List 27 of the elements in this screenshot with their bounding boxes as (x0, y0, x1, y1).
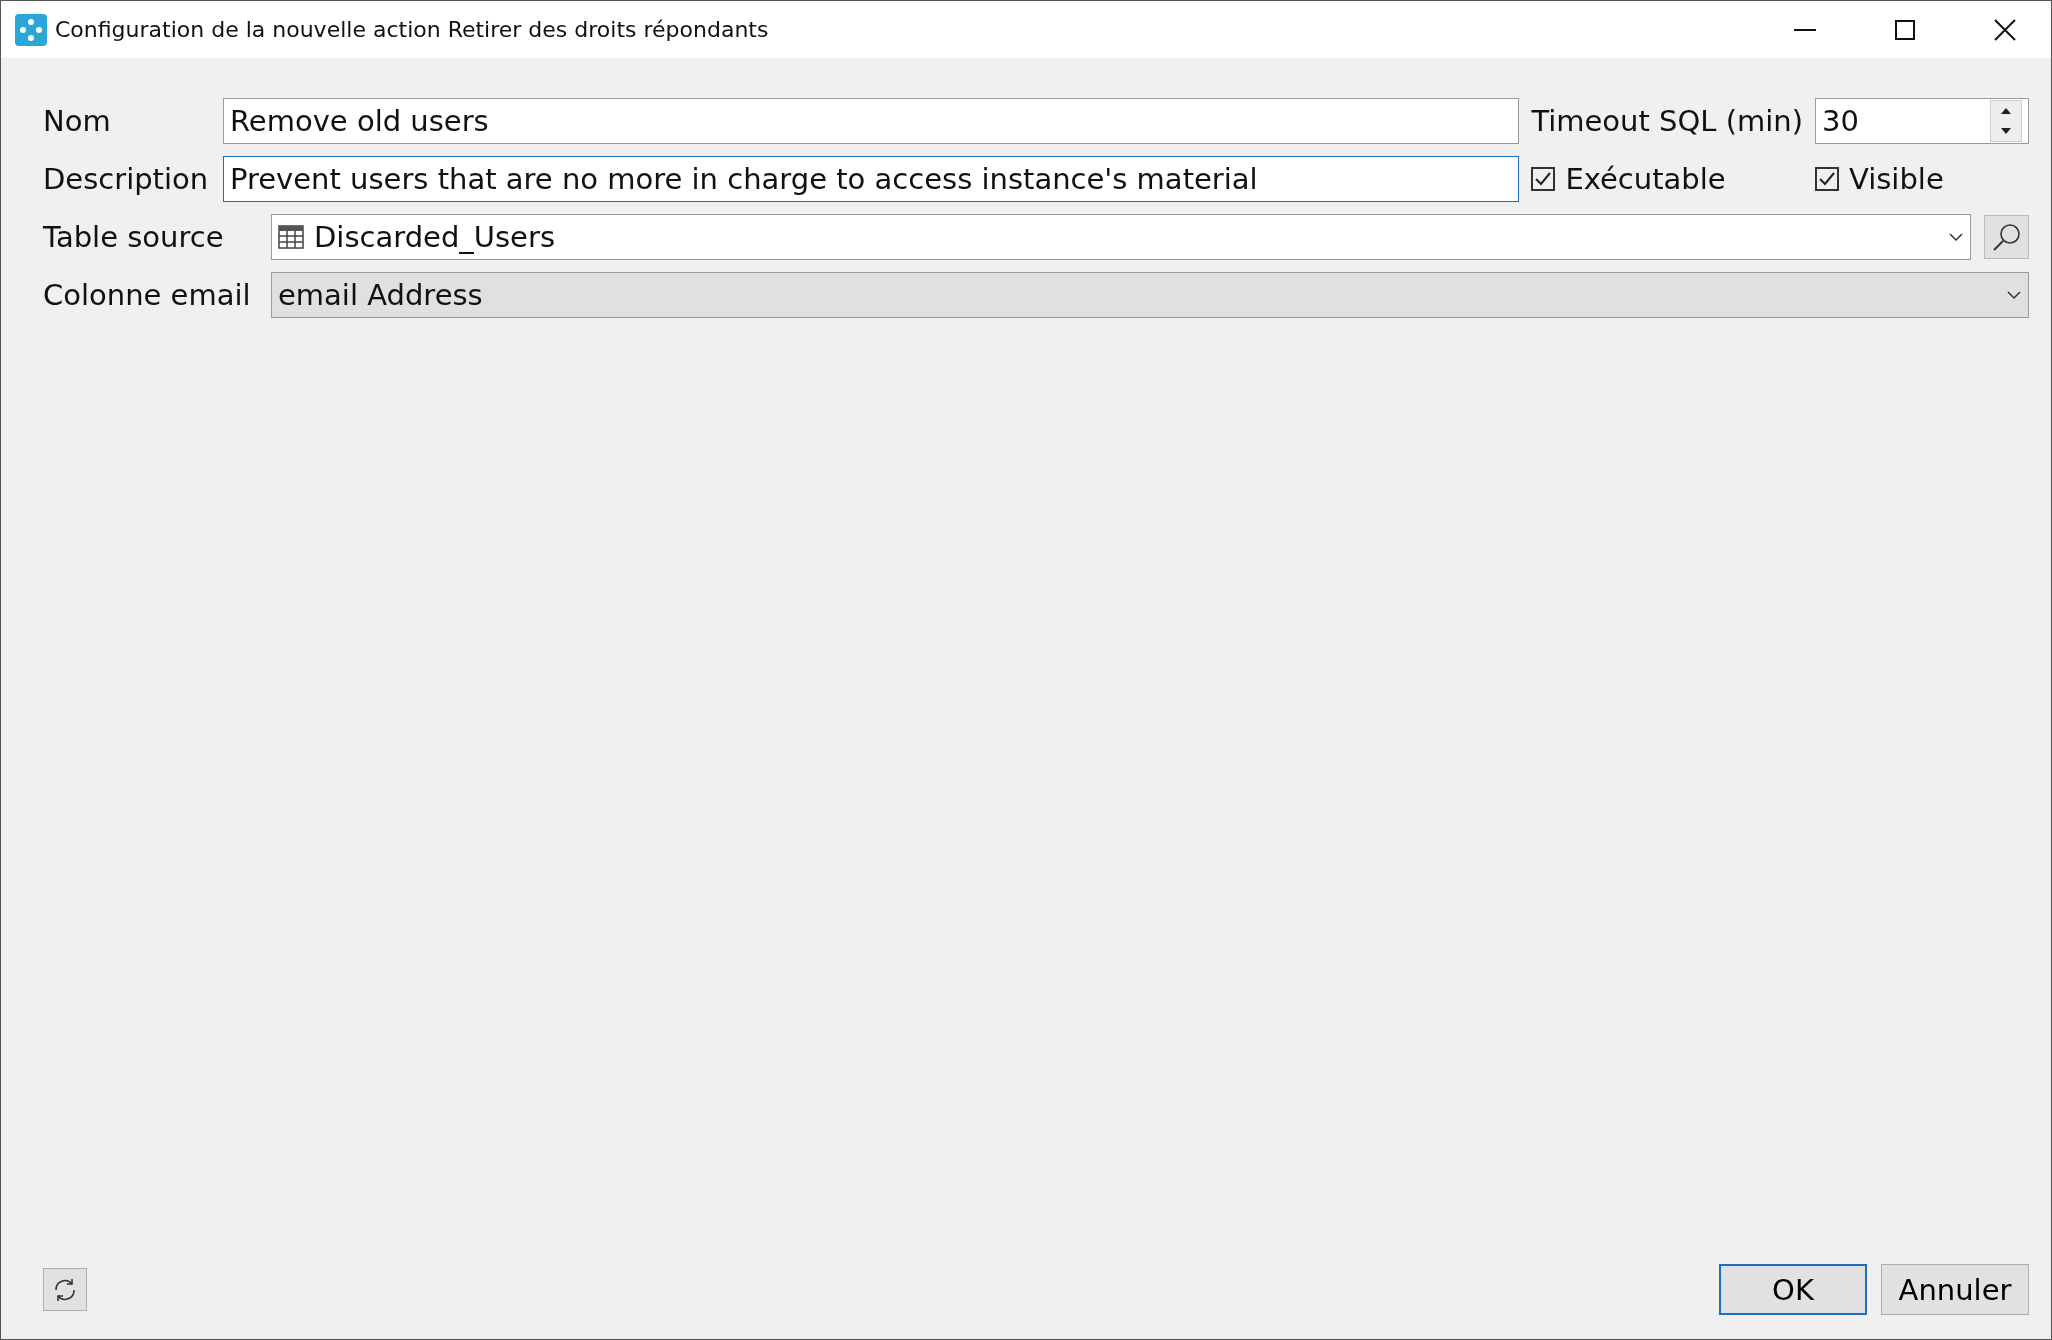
field-label: Nom (43, 104, 112, 138)
field-label: Timeout SQL (min) (1530, 104, 1804, 138)
app-icon (15, 13, 47, 46)
close-icon (1994, 18, 2016, 41)
down-triangle-icon (2001, 128, 2011, 134)
minimize-icon (1794, 28, 1816, 31)
text-field[interactable]: Prevent users that are no more in charge to access instance's material (223, 156, 1520, 202)
window-title: Configuration de la nouvelle action Retirer des droits répondants (55, 17, 770, 42)
table-icon (278, 225, 304, 249)
number-spinner[interactable]: 30 (1815, 98, 2029, 144)
up-triangle-icon (2001, 108, 2011, 114)
refresh-button[interactable] (43, 1268, 87, 1311)
dropdown-field[interactable]: Discarded_Users (271, 214, 1971, 260)
checkbox[interactable]: Exécutable (1531, 162, 1815, 196)
search-icon (1991, 222, 2022, 252)
search-button[interactable] (1984, 215, 2029, 259)
dialog-button[interactable]: Annuler (1881, 1264, 2029, 1315)
checkmark-icon (1818, 171, 1836, 187)
checkbox[interactable]: Visible (1815, 162, 2029, 196)
dialog-button[interactable]: OK (1719, 1264, 1867, 1315)
field-label: Colonne email (43, 278, 252, 312)
maximize-icon (1895, 19, 1915, 40)
field-label: Table source (43, 220, 225, 254)
field-label: Description (43, 162, 210, 196)
chevron-down-icon[interactable] (1948, 232, 1964, 242)
text-field[interactable]: Remove old users (223, 98, 1520, 144)
checkmark-icon (1534, 171, 1553, 187)
